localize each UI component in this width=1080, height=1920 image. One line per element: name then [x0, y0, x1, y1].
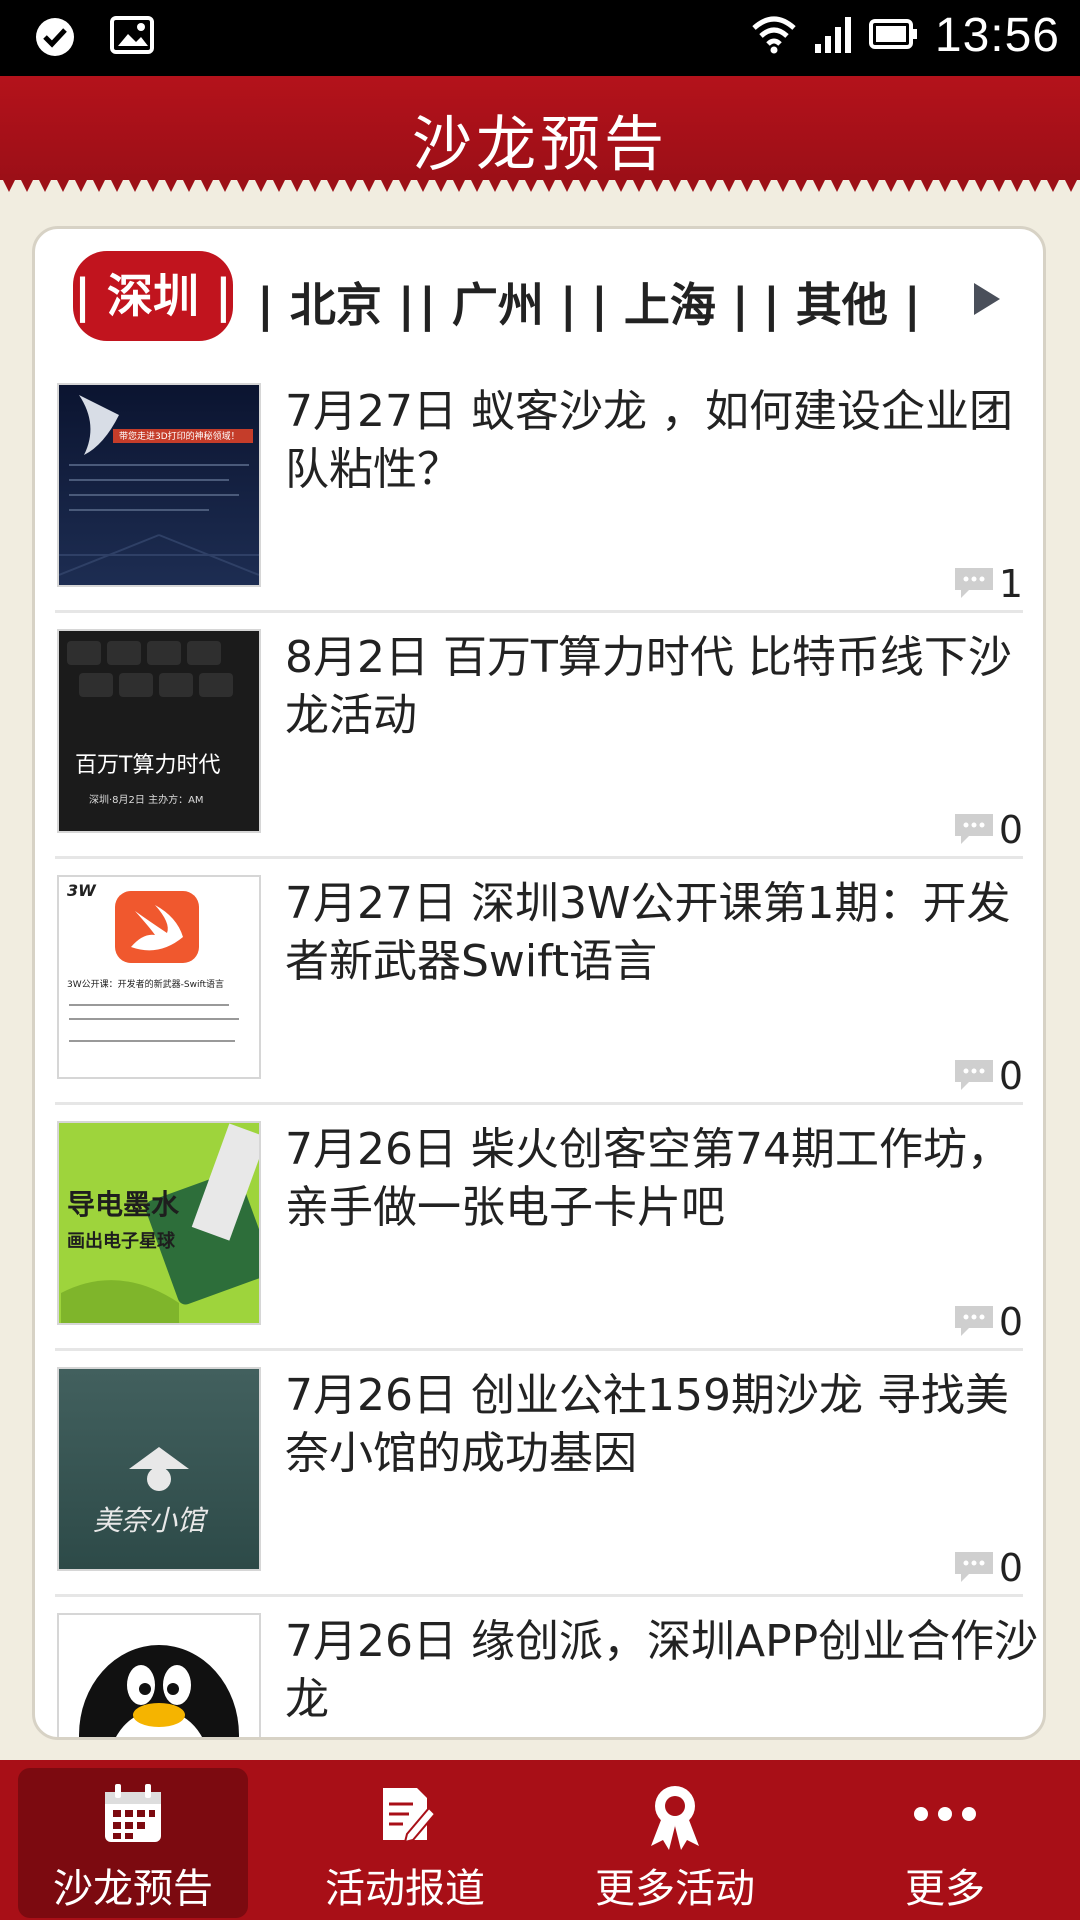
thumbnail-caption: 3W公开课：开发者的新武器-Swift语言 — [67, 980, 224, 990]
event-title: 7月26日 缘创派，深圳APP创业合作沙龙 — [285, 1616, 1039, 1725]
status-bar: 13:56 — [0, 0, 1080, 76]
thumbnail-caption: 美奈小馆 — [93, 1504, 206, 1537]
penguin-icon — [79, 1645, 239, 1737]
city-tabs: | 深圳 | | 北京 | | 广州 | | 上海 | | 其他 | — [35, 229, 1043, 369]
event-title: 8月2日 百万T算力时代 比特币线下沙龙活动 — [285, 632, 1012, 741]
comment-count: 0 — [998, 808, 1023, 852]
thumbnail-caption: 带您走进3D打印的神秘领域！ — [119, 432, 240, 442]
comment-indicator: 0 — [953, 1056, 1023, 1096]
wifi-icon — [751, 14, 797, 58]
header-zigzag-edge — [0, 174, 1080, 192]
event-thumbnail: 美奈小馆 — [57, 1367, 261, 1571]
tab-beijing[interactable]: | 北京 | — [257, 269, 415, 335]
nav-label: 更多 — [905, 1866, 985, 1912]
list-item[interactable]: 7月26日 缘创派，深圳APP创业合作沙龙 — [55, 1597, 1038, 1737]
event-thumbnail: 带您走进3D打印的神秘领域！ — [57, 383, 261, 587]
comment-indicator: 1 — [953, 564, 1023, 604]
nav-label: 更多活动 — [595, 1866, 755, 1912]
thumbnail-subcaption: 深圳·8月2日 主办方：AM — [89, 795, 204, 806]
comment-count: 1 — [998, 562, 1023, 606]
app-header: 沙龙预告 — [0, 76, 1080, 180]
nav-more-activities[interactable]: 更多活动 — [560, 1768, 790, 1918]
image-icon — [110, 16, 154, 62]
tab-other[interactable]: | 其他 | — [763, 269, 921, 335]
tab-shenzhen[interactable]: | 深圳 | — [73, 251, 233, 341]
event-title: 7月26日 柴火创客空第74期工作坊，亲手做一张电子卡片吧 — [285, 1124, 1011, 1233]
event-list: 带您走进3D打印的神秘领域！ 7月27日 蚁客沙龙 ，如何建设企业团队粘性？ 1… — [35, 367, 1043, 1737]
edit-note-icon — [290, 1782, 520, 1852]
chevron-right-icon[interactable] — [970, 279, 1004, 323]
nav-more[interactable]: 更多 — [830, 1768, 1060, 1918]
battery-icon — [868, 18, 919, 53]
comment-indicator: 0 — [953, 810, 1023, 850]
event-thumbnail: 导电墨水 画出电子星球 — [57, 1121, 261, 1325]
comment-count: 0 — [998, 1546, 1023, 1590]
nav-salon-preview[interactable]: 沙龙预告 — [18, 1768, 248, 1918]
more-dots-icon — [830, 1782, 1060, 1852]
comment-icon — [953, 1058, 995, 1096]
thumbnail-subcaption: 画出电子星球 — [67, 1231, 175, 1252]
signal-icon — [813, 14, 853, 58]
comment-icon — [953, 1304, 995, 1342]
event-title: 7月27日 蚁客沙龙 ，如何建设企业团队粘性？ — [285, 386, 1013, 495]
list-item[interactable]: 带您走进3D打印的神秘领域！ 7月27日 蚁客沙龙 ，如何建设企业团队粘性？ 1 — [55, 367, 1023, 613]
tab-shanghai[interactable]: | 上海 | — [591, 269, 749, 335]
event-title: 7月27日 深圳3W公开课第1期：开发者新武器Swift语言 — [285, 878, 1011, 987]
list-item[interactable]: 导电墨水 画出电子星球 7月26日 柴火创客空第74期工作坊，亲手做一张电子卡片… — [55, 1105, 1023, 1351]
comment-indicator: 0 — [953, 1302, 1023, 1342]
page-title: 沙龙预告 — [412, 110, 668, 180]
event-thumbnail: 百万T算力时代 深圳·8月2日 主办方：AM — [57, 629, 261, 833]
comment-count: 0 — [998, 1300, 1023, 1344]
event-title: 7月26日 创业公社159期沙龙 寻找美奈小馆的成功基因 — [285, 1370, 1009, 1479]
comment-indicator: 0 — [953, 1548, 1023, 1588]
nav-event-reports[interactable]: 活动报道 — [290, 1768, 520, 1918]
bottom-nav: 沙龙预告 活动报道 更多活动 更多 — [0, 1760, 1080, 1920]
comment-count: 0 — [998, 1054, 1023, 1098]
event-card: | 深圳 | | 北京 | | 广州 | | 上海 | | 其他 | 带您走进3… — [32, 226, 1046, 1740]
list-item[interactable]: 3W 3W公开课：开发者的新武器-Swift语言 7月27日 深圳3W公开课第1… — [55, 859, 1023, 1105]
check-circle-icon — [34, 16, 76, 62]
comment-icon — [953, 812, 995, 850]
comment-icon — [953, 566, 995, 604]
event-thumbnail — [57, 1613, 261, 1737]
award-ribbon-icon — [560, 1782, 790, 1852]
comment-icon — [953, 1550, 995, 1588]
event-thumbnail: 3W 3W公开课：开发者的新武器-Swift语言 — [57, 875, 261, 1079]
list-item[interactable]: 美奈小馆 7月26日 创业公社159期沙龙 寻找美奈小馆的成功基因 0 — [55, 1351, 1023, 1597]
clock: 13:56 — [934, 9, 1060, 62]
list-item[interactable]: 百万T算力时代 深圳·8月2日 主办方：AM 8月2日 百万T算力时代 比特币线… — [55, 613, 1023, 859]
tab-guangzhou[interactable]: | 广州 | — [419, 269, 577, 335]
calendar-icon — [18, 1782, 248, 1852]
nav-label: 活动报道 — [325, 1866, 485, 1912]
thumbnail-caption: 百万T算力时代 — [75, 753, 221, 778]
nav-label: 沙龙预告 — [53, 1866, 213, 1912]
thumbnail-caption: 导电墨水 — [67, 1188, 180, 1221]
